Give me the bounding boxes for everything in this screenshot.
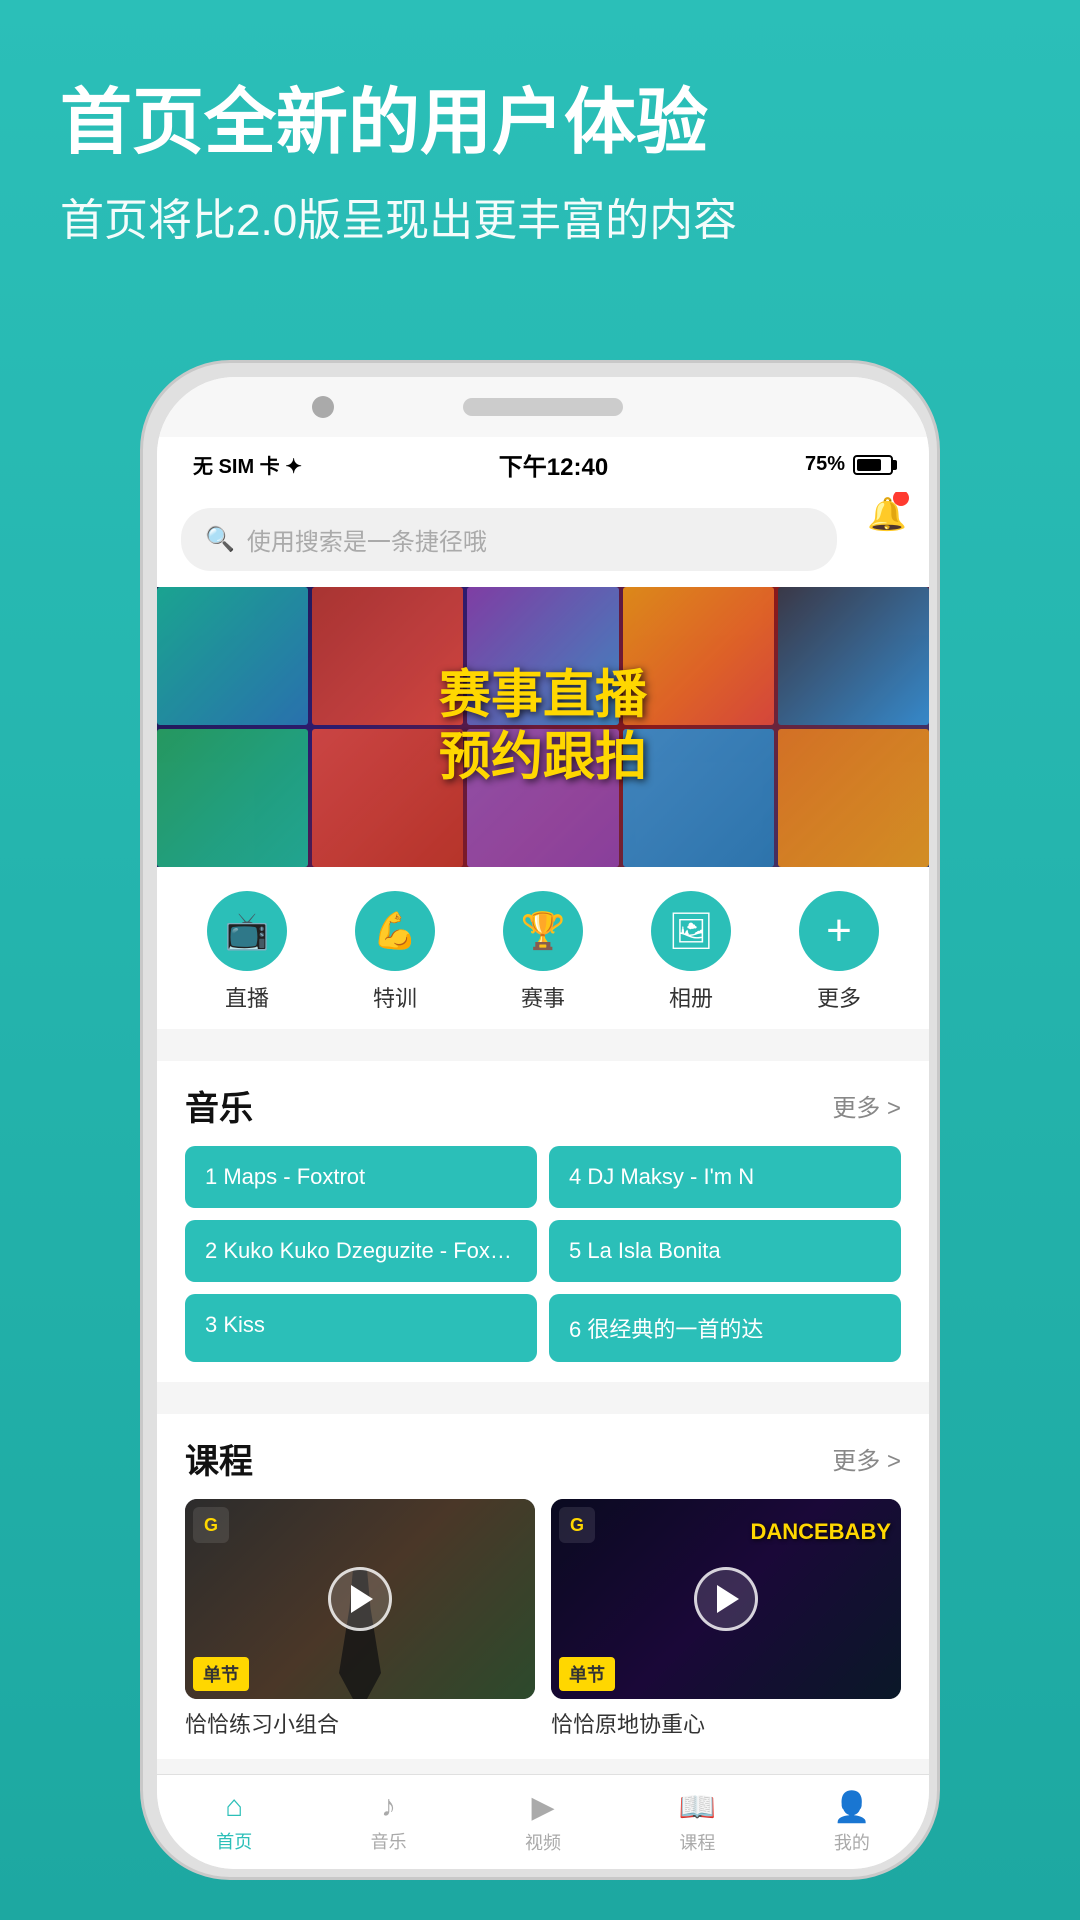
- course-logo-1: G: [193, 1507, 229, 1543]
- play-triangle-1: [351, 1585, 373, 1613]
- nav-item-home[interactable]: ⌂ 首页: [157, 1790, 311, 1854]
- nav-label-profile: 我的: [834, 1829, 870, 1855]
- banner-title-line1: 赛事直播: [439, 665, 647, 727]
- course-section-more[interactable]: 更多 >: [832, 1441, 901, 1476]
- quick-label-competition: 赛事: [521, 981, 565, 1013]
- play-button-1[interactable]: [328, 1567, 392, 1631]
- status-time: 下午12:40: [499, 447, 608, 482]
- search-icon: 🔍: [205, 525, 235, 554]
- search-container: 🔍 使用搜索是一条捷径哦 🔔: [157, 492, 929, 587]
- quick-icon-album: 🖼: [651, 891, 731, 971]
- course-section-header: 课程 更多 >: [185, 1434, 901, 1483]
- banner-collage-item: [778, 587, 929, 725]
- nav-item-video[interactable]: ▶ 视频: [466, 1790, 620, 1855]
- nav-item-profile[interactable]: 👤 我的: [775, 1790, 929, 1855]
- main-subtitle: 首页将比2.0版呈现出更丰富的内容: [60, 190, 1020, 252]
- play-button-2[interactable]: [694, 1567, 758, 1631]
- music-section: 音乐 更多 > 1 Maps - Foxtrot 4 DJ Maksy - I'…: [157, 1061, 929, 1382]
- banner-collage-item: [157, 729, 308, 867]
- banner-collage-item: [157, 587, 308, 725]
- nav-label-home: 首页: [216, 1828, 252, 1854]
- banner-title-line2: 预约跟拍: [439, 727, 647, 789]
- quick-label-more: 更多: [817, 981, 861, 1013]
- music-grid: 1 Maps - Foxtrot 4 DJ Maksy - I'm N 2 Ku…: [185, 1146, 901, 1362]
- speaker: [463, 398, 623, 416]
- banner-text-overlay: 赛事直播 预约跟拍: [439, 665, 647, 790]
- music-section-more[interactable]: 更多 >: [832, 1088, 901, 1123]
- status-bar: 无 SIM 卡 ✦ 下午12:40 75%: [157, 437, 929, 492]
- nav-item-course[interactable]: 📖 课程: [620, 1790, 774, 1855]
- music-item-3[interactable]: 3 Kiss: [185, 1294, 537, 1362]
- search-bar[interactable]: 🔍 使用搜索是一条捷径哦: [181, 508, 837, 571]
- course-card-2[interactable]: G DANCEBABY 单节 恰恰原地协重心: [551, 1499, 901, 1739]
- course-title-2: 恰恰原地协重心: [551, 1707, 901, 1739]
- course-badge-2: 单节: [559, 1657, 615, 1691]
- course-grid: G 单节 恰恰练习小组合: [185, 1499, 901, 1739]
- nav-icon-music: ♪: [381, 1790, 396, 1824]
- quick-icon-live: 📺: [207, 891, 287, 971]
- quick-icon-more: +: [799, 891, 879, 971]
- play-triangle-2: [717, 1585, 739, 1613]
- quick-label-training: 特训: [373, 981, 417, 1013]
- course-logo-2: G: [559, 1507, 595, 1543]
- phone-mockup: 无 SIM 卡 ✦ 下午12:40 75% 🔍 使用搜索是一条捷径哦: [140, 360, 940, 1880]
- nav-icon-course: 📖: [679, 1790, 716, 1825]
- course-section-title: 课程: [185, 1434, 253, 1483]
- quick-item-training[interactable]: 💪 特训: [355, 891, 435, 1013]
- music-section-title: 音乐: [185, 1081, 253, 1130]
- quick-item-live[interactable]: 📺 直播: [207, 891, 287, 1013]
- nav-icon-profile: 👤: [833, 1790, 870, 1825]
- banner-collage-item: [778, 729, 929, 867]
- top-text-area: 首页全新的用户体验 首页将比2.0版呈现出更丰富的内容: [60, 80, 1020, 252]
- front-camera: [312, 396, 334, 418]
- nav-label-music: 音乐: [371, 1828, 407, 1854]
- divider1: [157, 1029, 929, 1045]
- status-carrier: 无 SIM 卡 ✦: [193, 450, 302, 479]
- main-title: 首页全新的用户体验: [60, 80, 1020, 166]
- quick-item-competition[interactable]: 🏆 赛事: [503, 891, 583, 1013]
- battery-percent: 75%: [805, 453, 845, 476]
- quick-access-bar: 📺 直播 💪 特训 🏆 赛事 🖼 相册: [157, 867, 929, 1029]
- quick-icon-training: 💪: [355, 891, 435, 971]
- course-badge-1: 单节: [193, 1657, 249, 1691]
- music-item-4[interactable]: 4 DJ Maksy - I'm N: [549, 1146, 901, 1208]
- nav-icon-video: ▶: [531, 1790, 554, 1825]
- quick-item-more[interactable]: + 更多: [799, 891, 879, 1013]
- battery-icon: [853, 455, 893, 475]
- nav-item-music[interactable]: ♪ 音乐: [311, 1790, 465, 1854]
- music-item-1[interactable]: 1 Maps - Foxtrot: [185, 1146, 537, 1208]
- quick-label-album: 相册: [669, 981, 713, 1013]
- quick-icon-competition: 🏆: [503, 891, 583, 971]
- nav-label-course: 课程: [679, 1829, 715, 1855]
- course-section: 课程 更多 >: [157, 1414, 929, 1759]
- phone-screen: 无 SIM 卡 ✦ 下午12:40 75% 🔍 使用搜索是一条捷径哦: [157, 377, 929, 1869]
- divider2: [157, 1382, 929, 1398]
- banner[interactable]: 赛事直播 预约跟拍: [157, 587, 929, 867]
- battery-fill: [857, 459, 881, 471]
- phone-outer-frame: 无 SIM 卡 ✦ 下午12:40 75% 🔍 使用搜索是一条捷径哦: [140, 360, 940, 1880]
- quick-label-live: 直播: [225, 981, 269, 1013]
- course-title-1: 恰恰练习小组合: [185, 1707, 535, 1739]
- status-battery-area: 75%: [805, 453, 893, 476]
- nav-label-video: 视频: [525, 1829, 561, 1855]
- app-content: 🔍 使用搜索是一条捷径哦 🔔: [157, 492, 929, 1774]
- music-item-2[interactable]: 2 Kuko Kuko Dzeguzite - Foxtrot: [185, 1220, 537, 1282]
- music-item-6[interactable]: 6 很经典的一首的达: [549, 1294, 901, 1362]
- nav-icon-home: ⌂: [225, 1790, 243, 1824]
- music-section-header: 音乐 更多 >: [185, 1081, 901, 1130]
- music-item-5[interactable]: 5 La Isla Bonita: [549, 1220, 901, 1282]
- course-card-1[interactable]: G 单节 恰恰练习小组合: [185, 1499, 535, 1739]
- phone-top-bar: [157, 377, 929, 437]
- bottom-nav: ⌂ 首页 ♪ 音乐 ▶ 视频 📖 课程 👤 我的: [157, 1774, 929, 1869]
- search-placeholder-text: 使用搜索是一条捷径哦: [247, 522, 487, 557]
- notification-bell[interactable]: 🔔: [861, 492, 913, 540]
- quick-item-album[interactable]: 🖼 相册: [651, 891, 731, 1013]
